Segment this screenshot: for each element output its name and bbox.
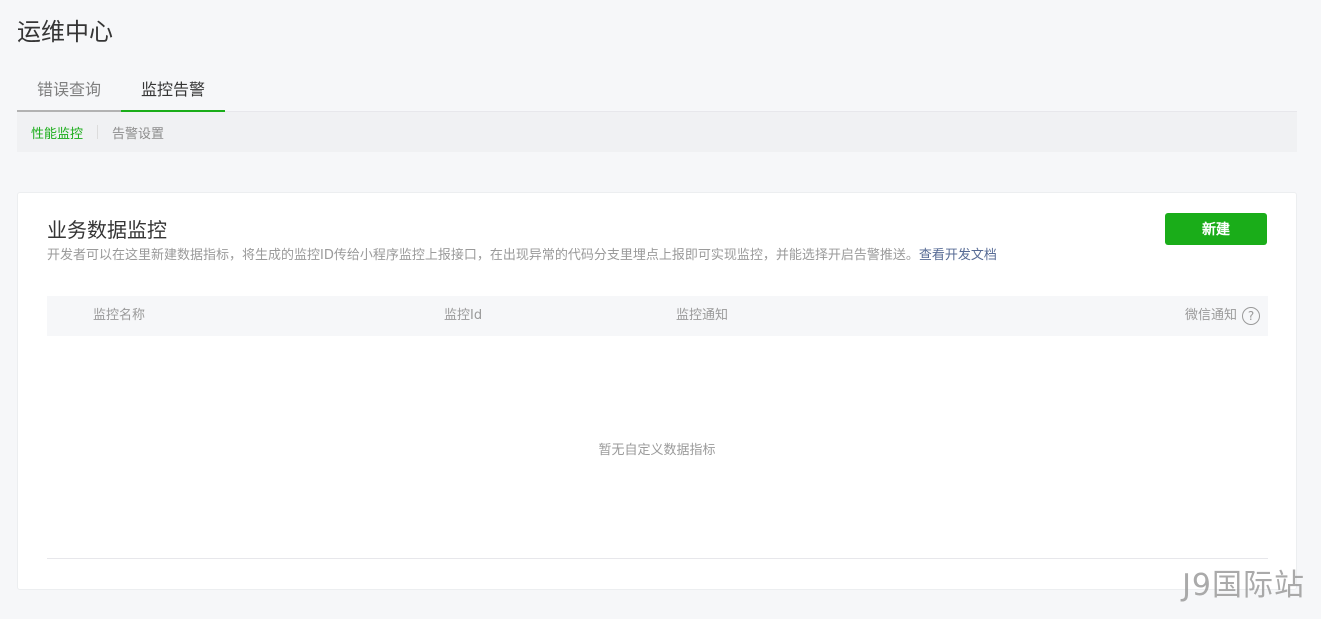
sub-tabs: 性能监控 告警设置 bbox=[17, 112, 1297, 152]
question-circle-icon[interactable]: ? bbox=[1242, 307, 1260, 325]
card-description: 开发者可以在这里新建数据指标，将生成的监控ID传给小程序监控上报接口，在出现异常… bbox=[47, 247, 997, 265]
subtab-performance-monitor[interactable]: 性能监控 bbox=[17, 123, 97, 142]
watermark: J9国际站 bbox=[1182, 568, 1305, 603]
main-tabs: 错误查询 监控告警 bbox=[17, 74, 1297, 112]
card-title: 业务数据监控 bbox=[47, 218, 167, 242]
business-monitor-card: 业务数据监控 开发者可以在这里新建数据指标，将生成的监控ID传给小程序监控上报接… bbox=[17, 192, 1297, 590]
column-monitor-notify: 监控通知 bbox=[676, 308, 729, 323]
new-button[interactable]: 新建 bbox=[1165, 213, 1267, 245]
tab-error-query[interactable]: 错误查询 bbox=[17, 74, 122, 112]
empty-state-text: 暂无自定义数据指标 bbox=[598, 443, 716, 458]
column-wechat-notify: 微信通知 ? bbox=[1185, 296, 1260, 336]
page-title: 运维中心 bbox=[17, 18, 113, 46]
subtab-alert-settings[interactable]: 告警设置 bbox=[98, 123, 178, 142]
column-monitor-id: 监控Id bbox=[444, 308, 483, 323]
column-wechat-notify-label: 微信通知 bbox=[1184, 308, 1237, 323]
card-description-text: 开发者可以在这里新建数据指标，将生成的监控ID传给小程序监控上报接口，在出现异常… bbox=[47, 248, 919, 263]
view-docs-link[interactable]: 查看开发文档 bbox=[919, 248, 997, 263]
tab-monitor-alert[interactable]: 监控告警 bbox=[121, 74, 226, 112]
column-monitor-name: 监控名称 bbox=[93, 308, 146, 323]
table-header: 监控名称 监控Id 监控通知 微信通知 ? bbox=[47, 296, 1268, 336]
table-bottom-divider bbox=[47, 558, 1268, 559]
